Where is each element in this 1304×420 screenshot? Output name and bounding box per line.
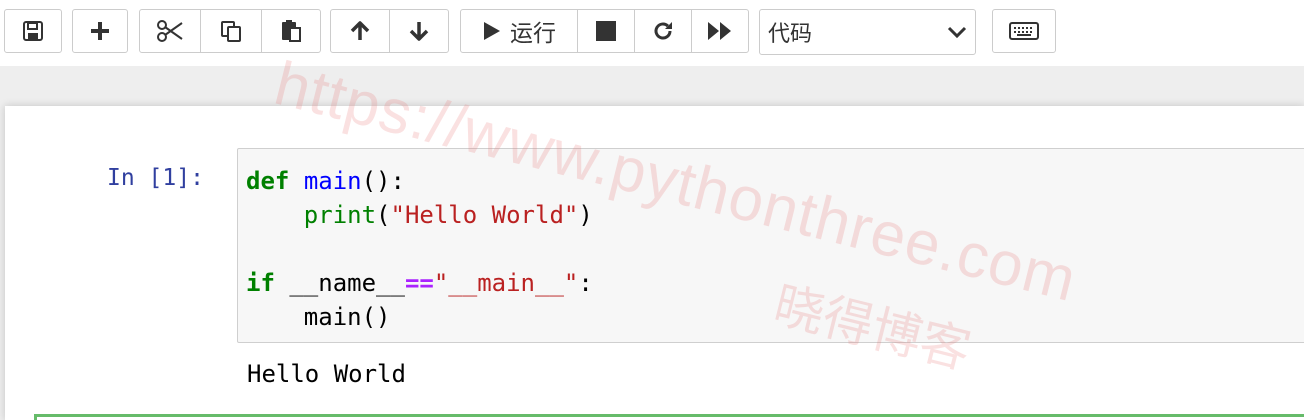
code-token: "__main__" xyxy=(433,269,579,297)
paste-icon xyxy=(279,19,303,43)
fast-forward-icon xyxy=(707,21,733,41)
code-token: (): xyxy=(361,167,405,195)
save-button[interactable] xyxy=(4,9,62,53)
code-line: def main(): xyxy=(246,167,405,195)
code-token: ) xyxy=(578,201,593,229)
move-down-button[interactable] xyxy=(389,9,449,53)
code-line: print("Hello World") xyxy=(246,201,593,229)
code-token: main() xyxy=(246,303,391,331)
code-token: "Hello World" xyxy=(390,201,579,229)
paste-button[interactable] xyxy=(261,9,321,53)
save-group xyxy=(4,9,62,53)
stop-icon xyxy=(596,21,616,41)
run-group: 运行 xyxy=(460,9,749,53)
code-token: if xyxy=(246,269,275,297)
edit-group xyxy=(139,9,321,53)
run-button[interactable]: 运行 xyxy=(460,9,578,53)
copy-icon xyxy=(219,19,243,43)
keyboard-group xyxy=(992,9,1056,53)
command-palette-button[interactable] xyxy=(992,9,1056,53)
selected-next-cell[interactable] xyxy=(34,414,1304,420)
restart-button[interactable] xyxy=(634,9,692,53)
keyboard-icon xyxy=(1009,22,1039,40)
chevron-down-icon xyxy=(947,20,967,45)
code-token: : xyxy=(578,269,593,297)
restart-run-all-button[interactable] xyxy=(691,9,749,53)
copy-button[interactable] xyxy=(200,9,262,53)
code-line: main() xyxy=(246,303,391,331)
plus-icon xyxy=(89,20,111,42)
notebook-toolbar: 运行 代码 xyxy=(0,0,1304,66)
arrow-down-icon xyxy=(407,19,431,43)
code-token: def xyxy=(246,167,290,195)
input-prompt: In [1]: xyxy=(107,165,204,191)
restart-icon xyxy=(651,19,675,43)
cell-type-value: 代码 xyxy=(768,22,813,47)
code-token: __name__ xyxy=(274,269,405,297)
cell-type-select[interactable]: 代码 xyxy=(759,9,976,55)
cut-icon xyxy=(156,19,184,43)
code-token: print xyxy=(303,201,377,229)
cut-button[interactable] xyxy=(139,9,201,53)
move-group xyxy=(330,9,449,53)
run-label: 运行 xyxy=(510,21,556,47)
code-line: if __name__=="__main__": xyxy=(246,269,593,297)
cell-output: Hello World xyxy=(247,360,406,388)
play-icon xyxy=(482,20,502,42)
save-icon xyxy=(22,20,44,42)
insert-group xyxy=(72,9,128,53)
code-token: == xyxy=(404,269,434,297)
insert-cell-button[interactable] xyxy=(72,9,128,53)
code-token: ( xyxy=(376,201,391,229)
move-up-button[interactable] xyxy=(330,9,390,53)
code-content[interactable]: def main(): print("Hello World") if __na… xyxy=(246,164,593,334)
arrow-up-icon xyxy=(348,19,372,43)
interrupt-button[interactable] xyxy=(577,9,635,53)
code-token: main xyxy=(303,167,362,195)
